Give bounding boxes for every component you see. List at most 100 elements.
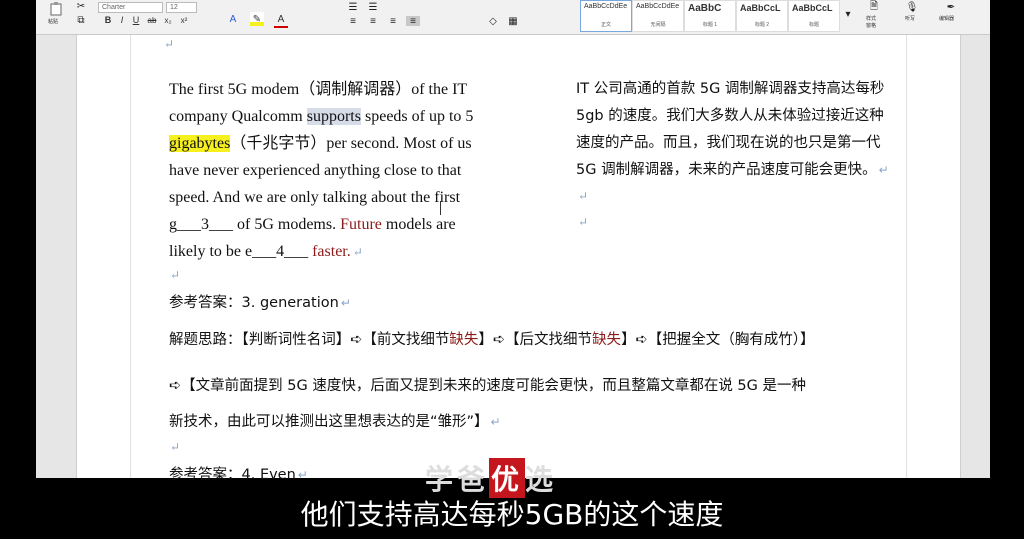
style-heading-1[interactable]: AaBbC 标题 1 (684, 0, 736, 32)
paste-label: 粘贴 (48, 19, 59, 25)
subscript-icon[interactable]: x₂ (162, 14, 174, 26)
red-word: faster. (312, 243, 351, 260)
watermark-text: 学爸 (425, 463, 490, 496)
editor-icon[interactable]: ✒ (942, 0, 960, 14)
copy-icon[interactable]: ⧉ (74, 14, 88, 26)
video-subtitle: 他们支持高达每秒5GB的这个速度 (300, 498, 724, 531)
style-name: 标题 (808, 22, 819, 28)
english-line-4: have never experienced anything close to… (169, 162, 462, 179)
numbering-icon[interactable]: ☰ (366, 2, 380, 13)
style-name: 无间隔 (650, 22, 666, 28)
style-preview: AaBbCcL (792, 3, 833, 13)
microphone-icon[interactable]: 🎙 (904, 0, 920, 14)
red-word: 缺失 (449, 332, 479, 348)
highlighted-word: gigabytes (169, 135, 231, 152)
margin-guide-right (906, 35, 907, 478)
align-right-icon[interactable]: ≡ (386, 16, 400, 27)
bold-button[interactable]: B (102, 14, 114, 26)
text-span: 】➪【把握全文（胸有成竹）】 (621, 332, 815, 348)
reason-line-1: ➪【文章前面提到 5G 速度快，后面又提到未来的速度可能会更快，而且整篇文章都在… (169, 378, 807, 394)
style-name: 标题 1 (702, 22, 718, 28)
style-name: 正文 (600, 22, 611, 28)
paste-icon[interactable] (44, 2, 68, 16)
answer-3-line: 参考答案：3. generation ↵ (169, 290, 351, 317)
superscript-icon[interactable]: x² (178, 14, 190, 26)
text-effect-icon[interactable]: A (226, 12, 240, 26)
style-preview: AaBbCcDdEe (584, 3, 628, 10)
text-span: 参考答案：4. Even (169, 467, 296, 483)
font-name-select[interactable]: Charter (98, 2, 163, 13)
dictate-label: 听写 (905, 16, 916, 22)
paragraph-mark: ↵ (170, 440, 181, 454)
answer-4-line: 参考答案：4. Even ↵ (169, 462, 308, 489)
italic-button[interactable]: I (116, 14, 128, 26)
english-line-5: speed. And we are only talking about the… (169, 189, 461, 206)
margin-guide-left (130, 35, 131, 478)
shading-icon[interactable]: ◇ (486, 16, 500, 27)
text-span: 参考答案：3. generation (169, 295, 339, 311)
text-span: 解题思路：【判断词性名词】➪【前文找细节 (169, 332, 450, 348)
paragraph-mark: ↵ (578, 189, 589, 203)
text-span: 新技术，由此可以推测出这里想表达的是“雏形”】 (169, 414, 489, 430)
style-title[interactable]: AaBbCcL 标题 (788, 0, 840, 32)
style-heading-2[interactable]: AaBbCcL 标题 2 (736, 0, 788, 32)
text-span: speeds of up to 5 (360, 108, 474, 125)
paragraph-mark: ↵ (170, 268, 181, 282)
chinese-line-3: 速度的产品。而且，我们现在说的也只是第一代 (576, 135, 881, 151)
align-left-icon[interactable]: ≡ (346, 16, 360, 27)
watermark-text: 选 (525, 463, 558, 496)
editor-label: 编辑器 (939, 16, 955, 22)
paragraph-mark: ↵ (878, 163, 889, 177)
page-edge-left (76, 35, 77, 478)
bullets-icon[interactable]: ☰ (346, 2, 360, 13)
styles-scroll-icon[interactable]: ▾ (842, 4, 854, 24)
underline-button[interactable]: U (130, 14, 142, 26)
font-size-select[interactable]: 12 (166, 2, 197, 13)
style-pane-label: 样式 窗格 (866, 16, 877, 29)
paragraph-mark: ↵ (340, 296, 351, 310)
chinese-line-2: 5gb 的速度。我们大多数人从未体验过接近这种 (576, 108, 884, 124)
paragraph-mark: ↵ (578, 215, 589, 229)
text-span: 5G 调制解调器，未来的产品速度可能会更快。 (576, 162, 877, 178)
reason-line-2: 新技术，由此可以推测出这里想表达的是“雏形”】 ↵ (169, 409, 501, 436)
text-span: likely to be e___4___ (169, 243, 313, 260)
english-line-3: gigabytes（千兆字节）per second. Most of us (169, 130, 472, 157)
strikethrough-icon[interactable]: ab (146, 14, 158, 26)
english-line-6: g___3___ of 5G modems. Future models are (169, 211, 456, 238)
text-span: company Qualcomm (169, 108, 307, 125)
style-pane-icon[interactable]: 🗎 (864, 0, 884, 14)
paragraph-mark: ↵ (297, 468, 308, 482)
red-word: 缺失 (592, 332, 622, 348)
font-color-icon[interactable]: A (274, 12, 288, 28)
chinese-line-4: 5G 调制解调器，未来的产品速度可能会更快。 ↵ (576, 157, 889, 184)
red-word: Future (340, 216, 382, 233)
style-preview: AaBbCcL (740, 3, 781, 13)
english-line-1: The first 5G modem（调制解调器）of the IT (169, 81, 468, 98)
style-preview: AaBbC (688, 3, 722, 14)
ribbon-toolbar: 粘贴 ✂ ⧉ Charter 12 B I U ab x₂ x² A ✎ A ☰… (36, 0, 990, 35)
cut-icon[interactable]: ✂ (74, 0, 88, 12)
justify-icon[interactable]: ≡ (406, 16, 420, 27)
paragraph-mark: ↵ (490, 415, 501, 429)
highlight-icon[interactable]: ✎ (250, 12, 264, 26)
style-name: 标题 2 (754, 22, 770, 28)
text-span: （千兆字节）per second. Most of us (230, 135, 472, 152)
text-span: 】➪【后文找细节 (478, 332, 593, 348)
text-span: g___3___ of 5G modems. (169, 216, 341, 233)
style-preview: AaBbCcDdEe (636, 3, 680, 10)
borders-icon[interactable]: ▦ (506, 16, 520, 27)
align-center-icon[interactable]: ≡ (366, 16, 380, 27)
chinese-line-1: IT 公司高通的首款 5G 调制解调器支持高达每秒 (576, 81, 885, 97)
style-no-spacing[interactable]: AaBbCcDdEe 无间隔 (632, 0, 684, 32)
paragraph-mark: ↵ (164, 37, 175, 51)
document-page[interactable]: ↵ The first 5G modem（调制解调器）of the IT com… (76, 35, 961, 483)
text-span: models are (381, 216, 456, 233)
document-canvas: ↵ The first 5G modem（调制解调器）of the IT com… (36, 35, 990, 483)
watermark-logo: 学爸优选 (425, 458, 557, 498)
selected-word[interactable]: supports (306, 108, 361, 125)
watermark-highlight: 优 (489, 458, 526, 498)
paragraph-mark: ↵ (352, 245, 363, 259)
style-normal[interactable]: AaBbCcDdEe 正文 (580, 0, 632, 32)
text-cursor (440, 201, 441, 215)
english-line-7: likely to be e___4___ faster. ↵ (169, 238, 363, 266)
